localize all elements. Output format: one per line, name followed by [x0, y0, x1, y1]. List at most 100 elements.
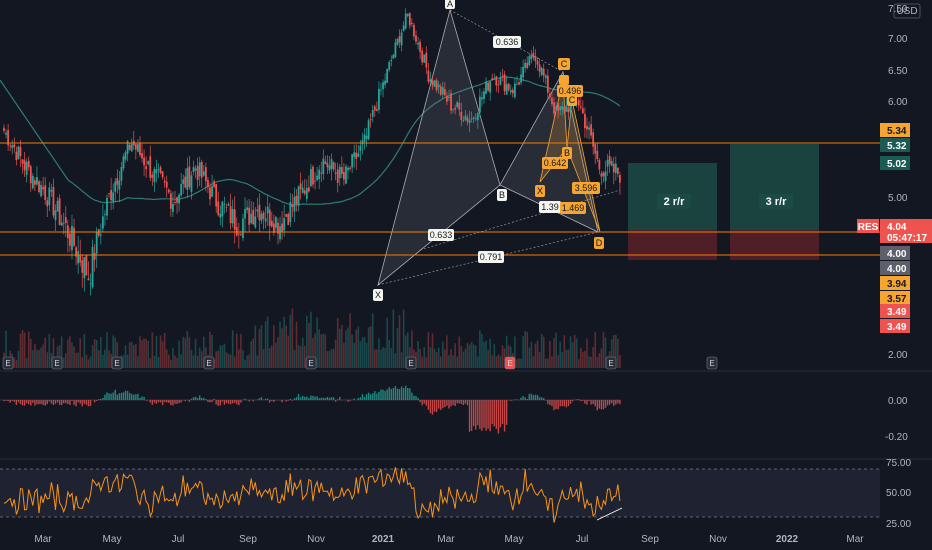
candle [285, 213, 288, 218]
candle [87, 261, 90, 281]
volume-bar [324, 334, 327, 368]
svg-text:-0.20: -0.20 [885, 432, 908, 443]
macd-bar [131, 393, 133, 400]
price-tag-394: 3.94 [880, 276, 910, 290]
time-axis[interactable]: Mar May Jul Sep Nov 2021 Mar May Jul Sep Nov 2022 Ma… [34, 534, 864, 545]
candle [610, 157, 613, 167]
macd-bar [201, 397, 203, 400]
target-box-2rr[interactable] [628, 163, 717, 260]
candle [596, 142, 599, 162]
macd-bar [522, 396, 524, 400]
volume-bar [318, 329, 320, 368]
candle [145, 156, 148, 178]
volume-bar [159, 335, 162, 368]
rsi-axis[interactable]: 75.00 50.00 25.00 [886, 458, 911, 530]
candle [182, 174, 185, 195]
macd-bar [386, 389, 388, 400]
earnings-marker[interactable]: E [605, 356, 617, 370]
macd-bar [312, 395, 314, 400]
macd-bar [21, 400, 24, 406]
candle [501, 68, 504, 82]
point-label-b2: B [562, 147, 572, 159]
earnings-marker[interactable]: E [203, 356, 215, 370]
macd-bar [464, 400, 467, 404]
macd-bar [382, 389, 384, 400]
chart-canvas[interactable]: 0.636 0.496 0.642 0.633 0.791 1.39 1.469… [0, 0, 932, 550]
candle [184, 168, 187, 189]
candle [60, 214, 63, 226]
candle [536, 56, 539, 71]
candle [130, 138, 133, 153]
earnings-marker[interactable]: E [305, 356, 317, 370]
candle [487, 81, 489, 92]
candle [62, 212, 65, 235]
earnings-marker[interactable]: E [405, 356, 417, 370]
macd-bar [46, 400, 48, 405]
volume-bar [361, 337, 364, 368]
volume-bar [345, 330, 347, 368]
candle [264, 206, 267, 229]
earnings-marker[interactable]: E [51, 356, 63, 370]
macd-bar [36, 400, 38, 405]
volume-bar [394, 353, 397, 368]
macd-bar [561, 400, 563, 407]
earnings-marker[interactable]: E [706, 356, 718, 370]
candle [530, 49, 533, 64]
earnings-marker[interactable]: E [2, 356, 14, 370]
volume-bar [481, 333, 483, 368]
candle [619, 171, 621, 195]
symbol-tag[interactable]: RES [857, 219, 879, 233]
candle [511, 87, 514, 98]
svg-text:0.636: 0.636 [496, 37, 519, 47]
volume-bar [147, 340, 149, 368]
candle [231, 199, 234, 228]
volume-bar [322, 333, 325, 368]
currency-badge[interactable]: USD [893, 3, 921, 19]
volume-bar [553, 337, 555, 368]
candle [305, 179, 308, 203]
candle [217, 191, 220, 217]
macd-bar [454, 400, 456, 407]
macd-bar [549, 400, 551, 406]
candle [606, 154, 609, 176]
macd-axis[interactable]: 0.00 -0.20 [885, 396, 908, 443]
macd-bar [411, 392, 413, 400]
volume-bar [619, 355, 621, 368]
candle [134, 142, 137, 160]
volume-bar [139, 336, 141, 368]
candle [101, 204, 104, 233]
macd-bar [425, 400, 427, 406]
candle [262, 210, 265, 230]
volume-bar [40, 347, 42, 368]
candle [275, 216, 277, 232]
earnings-marker[interactable]: E [504, 356, 516, 370]
candle [586, 117, 588, 139]
candle [272, 214, 275, 236]
ratio-label-1469: 1.469 [560, 202, 586, 214]
volume-bar [233, 356, 236, 368]
point-label-x2: X [535, 185, 545, 197]
candle [223, 196, 226, 214]
macd-bar [530, 393, 533, 400]
candle [34, 177, 36, 191]
macd-bar [58, 400, 61, 405]
candle [229, 193, 232, 230]
volume-bar [29, 338, 32, 368]
macd-bar [458, 400, 460, 404]
volume-bar [238, 349, 240, 368]
macd-bar [137, 393, 139, 400]
volume-bar [355, 329, 358, 368]
volume-bar [501, 345, 504, 368]
candle [219, 205, 222, 226]
time-axis-label: Mar [437, 534, 455, 545]
svg-text:25.00: 25.00 [886, 519, 911, 530]
volume-bar [365, 342, 368, 368]
macd-bar [320, 397, 322, 400]
macd-bar [497, 400, 500, 434]
volume-bar [264, 321, 267, 368]
macd-bar [299, 397, 302, 400]
earnings-marker[interactable]: E [111, 356, 123, 370]
point-label-c1: C [558, 58, 570, 70]
volume-bar [357, 326, 360, 368]
candle [616, 167, 619, 178]
